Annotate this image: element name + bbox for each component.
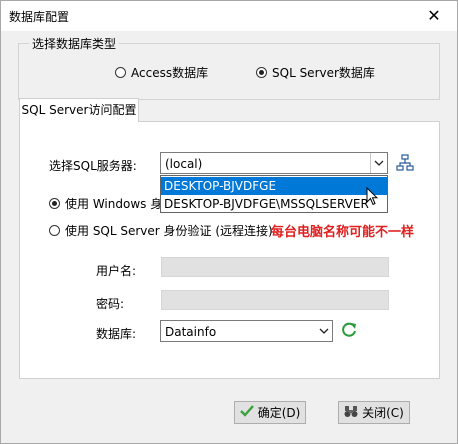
ok-button-label: 确定(D) bbox=[257, 406, 301, 420]
username-field[interactable] bbox=[161, 257, 389, 277]
database-label: 数据库: bbox=[96, 327, 137, 341]
close-icon[interactable]: ✕ bbox=[411, 1, 457, 31]
access-radio[interactable] bbox=[115, 67, 126, 78]
username-label: 用户名: bbox=[96, 264, 137, 278]
server-option[interactable]: DESKTOP-BJVDFGE bbox=[161, 177, 387, 195]
server-value: (local) bbox=[165, 157, 203, 171]
checkmark-icon bbox=[239, 405, 254, 420]
sqlserver-radio[interactable] bbox=[256, 67, 267, 78]
windows-auth-label: 使用 Windows 身份 bbox=[65, 197, 175, 211]
password-label: 密码: bbox=[96, 297, 125, 311]
ok-button[interactable]: 确定(D) bbox=[234, 401, 306, 424]
refresh-icon[interactable] bbox=[340, 321, 358, 342]
sql-auth-label: 使用 SQL Server 身份验证 (远程连接) bbox=[65, 224, 273, 238]
tab-sqlserver-config[interactable]: SQL Server访问配置 bbox=[19, 98, 139, 122]
server-combobox[interactable]: (local) bbox=[160, 152, 388, 174]
close-button-label: 关闭(C) bbox=[362, 406, 404, 420]
chevron-down-icon[interactable] bbox=[370, 153, 387, 173]
title-bar: 数据库配置 ✕ bbox=[1, 1, 457, 31]
windows-auth-radio[interactable] bbox=[49, 198, 60, 209]
server-label: 选择SQL服务器: bbox=[49, 159, 137, 173]
access-radio-label: Access数据库 bbox=[131, 66, 209, 80]
dialog-window: 数据库配置 ✕ 选择数据库类型 Access数据库 SQL Server数据库 … bbox=[0, 0, 458, 444]
password-field[interactable] bbox=[161, 290, 389, 310]
mouse-cursor-icon bbox=[366, 186, 379, 209]
window-title: 数据库配置 bbox=[9, 10, 70, 24]
server-dropdown-list: DESKTOP-BJVDFGE DESKTOP-BJVDFGE\MSSQLSER… bbox=[160, 175, 388, 213]
windows-auth-option[interactable]: 使用 Windows 身份 bbox=[49, 195, 174, 212]
database-combobox[interactable]: Datainfo bbox=[160, 320, 333, 342]
chevron-down-icon[interactable] bbox=[316, 321, 332, 341]
close-button[interactable]: 关闭(C) bbox=[338, 401, 410, 424]
access-radio-option[interactable]: Access数据库 bbox=[115, 64, 208, 81]
sqlserver-radio-label: SQL Server数据库 bbox=[272, 66, 375, 80]
database-value: Datainfo bbox=[165, 325, 217, 339]
sql-auth-radio[interactable] bbox=[49, 225, 60, 236]
sql-auth-option[interactable]: 使用 SQL Server 身份验证 (远程连接) bbox=[49, 222, 273, 239]
binoculars-icon bbox=[344, 405, 358, 421]
network-icon[interactable] bbox=[396, 154, 414, 175]
sqlserver-radio-option[interactable]: SQL Server数据库 bbox=[256, 64, 375, 81]
annotation-note: 每台电脑名称可能不一样 bbox=[271, 225, 415, 240]
db-type-legend: 选择数据库类型 bbox=[29, 35, 120, 52]
server-option[interactable]: DESKTOP-BJVDFGE\MSSQLSERVER bbox=[161, 195, 387, 213]
